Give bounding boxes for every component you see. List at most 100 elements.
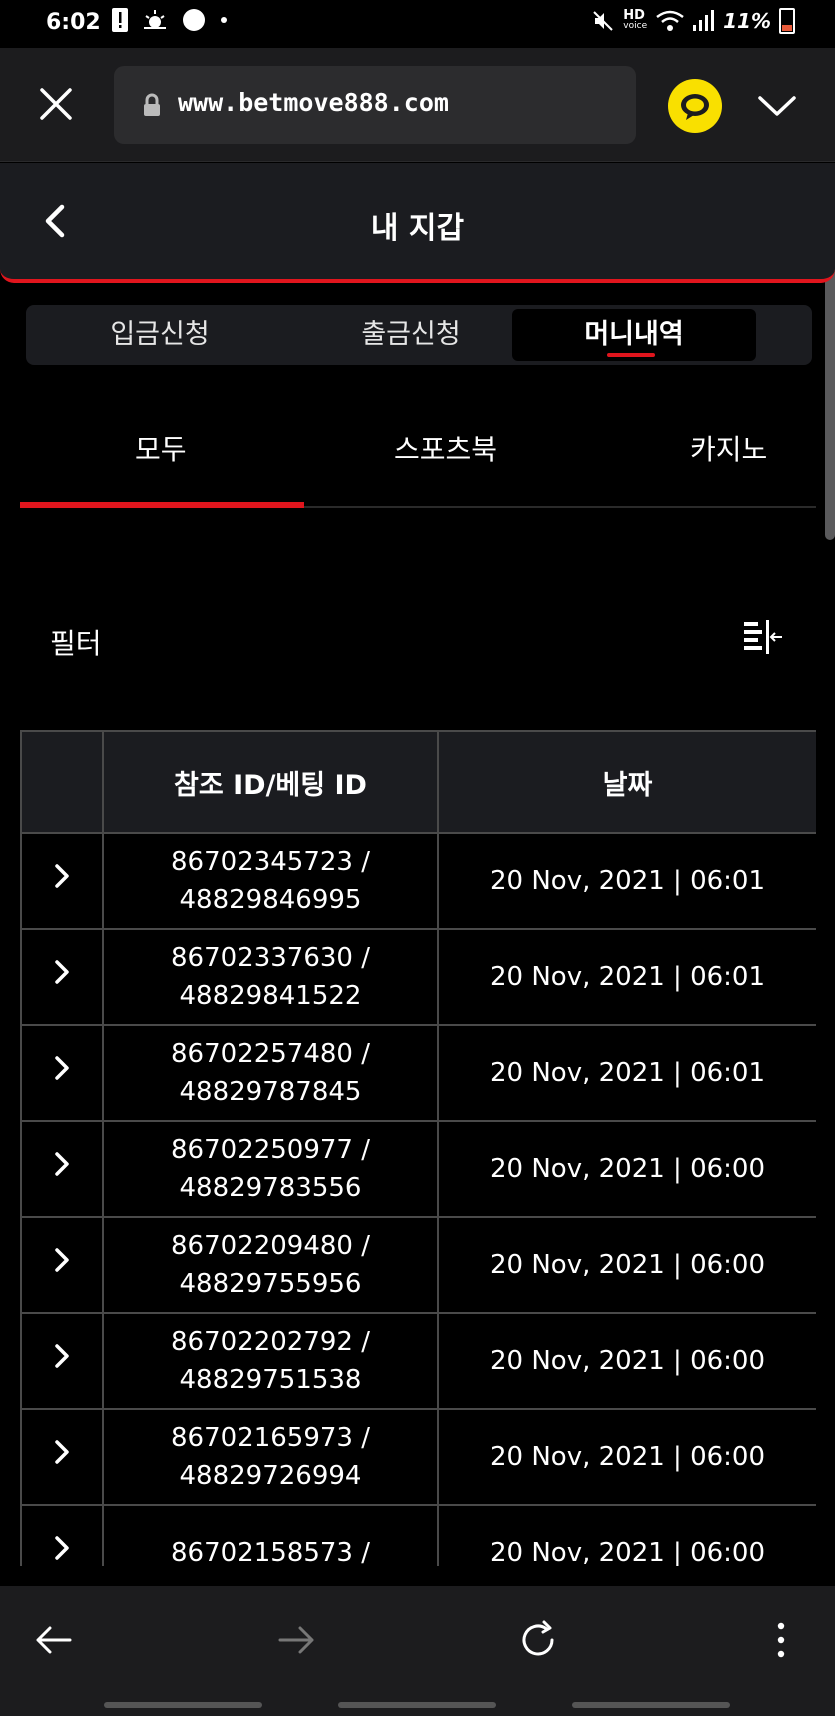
table-row[interactable]: 86702209480 / 48829755956 20 Nov, 2021 | … bbox=[20, 1216, 816, 1314]
tab-casino[interactable]: 카지노 bbox=[690, 428, 767, 468]
reference-id: 86702345723 / bbox=[171, 847, 370, 877]
expand-cell[interactable] bbox=[20, 1408, 104, 1506]
signal-icon bbox=[693, 10, 715, 31]
table-row[interactable]: 86702337630 / 48829841522 20 Nov, 2021 | … bbox=[20, 928, 816, 1026]
expand-column-header bbox=[20, 730, 104, 834]
lock-icon bbox=[144, 93, 160, 116]
weather-icon bbox=[144, 10, 166, 29]
expand-cell[interactable] bbox=[20, 1312, 104, 1410]
bet-id: 48829846995 bbox=[179, 885, 362, 915]
reference-id: 86702250977 / bbox=[171, 1135, 370, 1165]
back-icon[interactable] bbox=[26, 1612, 82, 1668]
filter-icon[interactable] bbox=[740, 616, 788, 660]
ref-id-column-header: 참조 ID/베팅 ID bbox=[102, 730, 439, 834]
bet-id: 48829841522 bbox=[179, 981, 362, 1011]
ref-id-cell: 86702257480 / 48829787845 bbox=[102, 1024, 439, 1122]
category-tabs: 모두 스포츠북 카지노 bbox=[20, 400, 816, 508]
ref-id-cell: 86702165973 / 48829726994 bbox=[102, 1408, 439, 1506]
active-tab-indicator bbox=[20, 502, 304, 508]
bet-id: 48829787845 bbox=[179, 1077, 362, 1107]
chevron-down-icon[interactable] bbox=[754, 86, 800, 126]
table-row[interactable]: 86702250977 / 48829783556 20 Nov, 2021 | … bbox=[20, 1120, 816, 1218]
tab-label: 출금신청 bbox=[361, 319, 461, 350]
date-cell: 20 Nov, 2021 | 06:01 bbox=[437, 1024, 816, 1122]
table-row[interactable]: 86702257480 / 48829787845 20 Nov, 2021 | … bbox=[20, 1024, 816, 1122]
notification-icons bbox=[112, 8, 228, 32]
bet-id: 48829783556 bbox=[179, 1173, 362, 1203]
chevron-right-icon bbox=[55, 959, 69, 984]
gesture-bar bbox=[572, 1702, 730, 1708]
tab-money-history[interactable]: 머니내역 bbox=[512, 309, 756, 361]
ref-id-cell: 86702337630 / 48829841522 bbox=[102, 928, 439, 1026]
ref-id-cell: 86702250977 / 48829783556 bbox=[102, 1120, 439, 1218]
filter-label: 필터 bbox=[50, 627, 102, 660]
page-header: 내 지갑 bbox=[0, 163, 835, 283]
hd-voice-badge: HD voice bbox=[623, 8, 648, 32]
voice-label: voice bbox=[623, 21, 648, 31]
table-row[interactable]: 86702165973 / 48829726994 20 Nov, 2021 | … bbox=[20, 1408, 816, 1506]
tab-deposit[interactable]: 입금신청 bbox=[38, 309, 282, 361]
tab-all[interactable]: 모두 bbox=[135, 428, 187, 468]
table-row[interactable]: 86702158573 / 20 Nov, 2021 | 06:00 bbox=[20, 1504, 816, 1566]
ref-id-cell: 86702202792 / 48829751538 bbox=[102, 1312, 439, 1410]
chevron-right-icon bbox=[55, 1247, 69, 1272]
date-cell: 20 Nov, 2021 | 06:01 bbox=[437, 832, 816, 930]
chevron-right-icon bbox=[55, 863, 69, 888]
expand-cell[interactable] bbox=[20, 832, 104, 930]
reference-id: 86702337630 / bbox=[171, 943, 370, 973]
wifi-icon bbox=[656, 10, 684, 31]
browser-bottom-nav bbox=[0, 1586, 835, 1716]
battery-percent: 11% bbox=[723, 9, 771, 33]
table-row[interactable]: 86702345723 / 48829846995 20 Nov, 2021 | … bbox=[20, 832, 816, 930]
expand-cell[interactable] bbox=[20, 1216, 104, 1314]
ref-id-cell: 86702209480 / 48829755956 bbox=[102, 1216, 439, 1314]
reference-id: 86702209480 / bbox=[171, 1231, 370, 1261]
page-title: 내 지갑 bbox=[370, 211, 465, 246]
gesture-bar bbox=[338, 1702, 496, 1708]
active-tab-underline bbox=[607, 353, 655, 357]
expand-cell[interactable] bbox=[20, 1120, 104, 1218]
tab-label: 머니내역 bbox=[584, 319, 684, 350]
expand-cell[interactable] bbox=[20, 1504, 104, 1566]
wallet-tabs: 입금신청 출금신청 머니내역 bbox=[26, 305, 812, 365]
browser-toolbar: www.betmove888.com bbox=[0, 48, 835, 162]
bet-id: 48829755956 bbox=[179, 1269, 362, 1299]
tab-sportsbook[interactable]: 스포츠북 bbox=[394, 428, 497, 468]
refresh-icon[interactable] bbox=[510, 1612, 566, 1668]
dot-icon bbox=[221, 17, 227, 23]
date-cell: 20 Nov, 2021 | 06:00 bbox=[437, 1408, 816, 1506]
chat-bubble-icon bbox=[183, 9, 205, 31]
tab-withdraw[interactable]: 출금신청 bbox=[289, 309, 533, 361]
battery-icon bbox=[779, 8, 795, 34]
date-column-header: 날짜 bbox=[437, 730, 816, 834]
expand-cell[interactable] bbox=[20, 1024, 104, 1122]
hd-label: HD bbox=[623, 8, 645, 23]
table-row[interactable]: 86702202792 / 48829751538 20 Nov, 2021 | … bbox=[20, 1312, 816, 1410]
kakao-talk-button[interactable] bbox=[668, 79, 722, 133]
tab-label: 입금신청 bbox=[110, 319, 210, 350]
system-icons: HD voice 11% bbox=[591, 8, 795, 34]
forward-icon[interactable] bbox=[268, 1612, 324, 1668]
status-bar: 6:02 HD voice 11% bbox=[0, 0, 835, 48]
reference-id: 86702202792 / bbox=[171, 1327, 370, 1357]
ref-id-cell: 86702345723 / 48829846995 bbox=[102, 832, 439, 930]
date-cell: 20 Nov, 2021 | 06:00 bbox=[437, 1120, 816, 1218]
url-text: www.betmove888.com bbox=[178, 88, 449, 117]
reference-id: 86702158573 / bbox=[171, 1538, 370, 1566]
bet-id: 48829751538 bbox=[179, 1365, 362, 1395]
mute-icon bbox=[593, 11, 614, 31]
date-cell: 20 Nov, 2021 | 06:00 bbox=[437, 1312, 816, 1410]
more-options-icon[interactable] bbox=[753, 1612, 809, 1668]
chevron-right-icon bbox=[55, 1343, 69, 1368]
date-cell: 20 Nov, 2021 | 06:01 bbox=[437, 928, 816, 1026]
close-icon[interactable] bbox=[36, 84, 76, 124]
expand-cell[interactable] bbox=[20, 928, 104, 1026]
speech-bubble-icon bbox=[681, 94, 709, 120]
gesture-bar bbox=[104, 1702, 262, 1708]
chevron-right-icon bbox=[55, 1439, 69, 1464]
reference-id: 86702165973 / bbox=[171, 1423, 370, 1453]
url-bar[interactable]: www.betmove888.com bbox=[114, 66, 636, 144]
transaction-table: 참조 ID/베팅 ID 날짜 86702345723 / 48829846995 … bbox=[20, 730, 816, 1566]
ref-id-cell: 86702158573 / bbox=[102, 1504, 439, 1566]
chevron-right-icon bbox=[55, 1151, 69, 1176]
